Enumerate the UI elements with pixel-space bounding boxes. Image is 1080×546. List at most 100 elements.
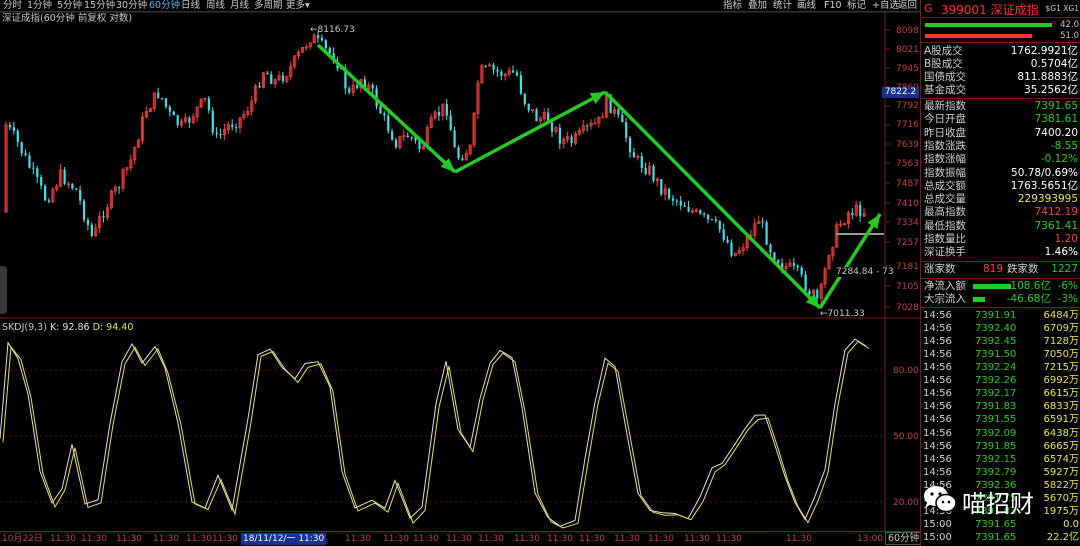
tick-time: 14:56 (923, 362, 952, 373)
time-label: 11:30 (514, 534, 540, 544)
ratio-bar-red (925, 34, 1032, 38)
candle-body (231, 124, 234, 128)
candle-body (683, 205, 686, 207)
tick-price: 7391.83 (975, 401, 1017, 413)
tick-price: 7392.09 (975, 427, 1017, 439)
tick-row: 14:56 7392.26 6992万 (921, 374, 1080, 387)
kline-chart[interactable] (0, 0, 920, 546)
divider (921, 306, 1080, 308)
tick-volume: 6484万 (1043, 309, 1079, 321)
flow-label: 净流入额 (924, 279, 966, 292)
candle-body (161, 97, 164, 99)
flow-value: -46.68亿 (1006, 292, 1051, 305)
candle-body (324, 40, 327, 48)
candle-body (215, 132, 218, 134)
tick-volume: 6709万 (1043, 322, 1079, 334)
tick-volume: 6615万 (1043, 388, 1079, 400)
volume-value: 35.2562亿 (1024, 84, 1078, 96)
candle-body (90, 224, 93, 236)
candle-body (769, 244, 772, 253)
flow-pct: -6% (1057, 279, 1078, 292)
candle-body (219, 133, 222, 135)
panel-collapse-handle[interactable] (0, 266, 7, 314)
quote-row: 昨日收盘 7400.20 (921, 127, 1080, 140)
kdj-d-value: D: 94.40 (92, 322, 134, 333)
candle-body (523, 93, 526, 104)
candle-body (570, 136, 573, 144)
quote-row: 深证换手 1.46% (921, 246, 1080, 259)
candle-body (83, 200, 86, 220)
time-label: 13:00 (857, 534, 883, 544)
candle-body (44, 185, 47, 201)
quote-value: 50.78/0.69% (1011, 166, 1078, 179)
candle-body (687, 206, 690, 212)
candle-body (816, 289, 819, 299)
price-tick: 7716 (896, 120, 919, 130)
tick-row: 14:56 7392.45 7128万 (921, 335, 1080, 348)
candle-body (172, 111, 175, 116)
quote-label: 指数涨幅 (924, 153, 966, 166)
current-price-marker: 7822.2 (882, 87, 919, 98)
volume-row: A股成交 1762.9921亿 (921, 45, 1080, 58)
volume-value: 0.5704亿 (1030, 58, 1078, 70)
price-tick: 7105 (896, 282, 919, 292)
quote-label: 今日开盘 (924, 113, 966, 126)
price-tick: 7945 (896, 64, 919, 74)
candle-body (328, 47, 331, 54)
candle-body (410, 137, 413, 139)
candle-body (792, 263, 795, 266)
group-marker: G (924, 2, 933, 15)
kdj-k-line (0, 338, 867, 527)
price-tick: 7639 (896, 140, 919, 150)
quote-label: 指数量比 (924, 233, 966, 245)
candle-body (449, 115, 452, 131)
quote-row: 总成交量 229393995 (921, 193, 1080, 206)
price-tick: 7257 (896, 238, 919, 248)
candle-body (36, 168, 39, 178)
time-label: 18/11/12/一 11:30 (241, 533, 327, 545)
candle-body (761, 221, 764, 223)
candle-body (445, 104, 448, 116)
quote-label: 总成交额 (924, 179, 966, 192)
tick-row: 14:56 7391.85 6665万 (921, 440, 1080, 453)
candle-body (617, 109, 620, 115)
candle-body (387, 115, 390, 132)
quote-value: 1.46% (1044, 246, 1078, 259)
candle-body (714, 219, 717, 221)
candle-body (586, 125, 589, 127)
candle-body (519, 75, 522, 94)
candle-body (102, 216, 105, 218)
divider (921, 98, 1080, 99)
quote-label: 昨日收盘 (924, 126, 966, 139)
tick-volume: 22.2亿 (1046, 532, 1079, 544)
candle-body (773, 252, 776, 260)
time-label: 11:30 (547, 534, 573, 544)
ratio-bar-red-value: 51.0 (1060, 31, 1079, 41)
tick-volume: 7215万 (1043, 362, 1079, 373)
candle-body (47, 200, 51, 202)
tick-time: 14:56 (923, 309, 952, 321)
time-label: 11:30 (345, 534, 371, 544)
breadth-row: 涨家数 819 跌家数 1227 (921, 263, 1080, 276)
candle-body (851, 212, 854, 216)
up-count: 819 (983, 262, 1004, 275)
candle-body (703, 213, 706, 215)
tick-volume: 6665万 (1043, 440, 1079, 452)
candle-body (258, 85, 261, 88)
quote-label: 指数涨跌 (924, 139, 966, 152)
price-line-label: 7284.84 - 73 (836, 267, 894, 277)
time-label: 11:30 (579, 534, 605, 544)
candle-body (79, 189, 82, 201)
candle-body (348, 88, 351, 93)
quote-row: 最低指数 7361.41 (921, 220, 1080, 233)
candle-body (492, 64, 495, 70)
volume-label: B股成交 (924, 58, 963, 70)
period-selector[interactable]: 60分钟 (885, 532, 923, 545)
volume-value: 811.8883亿 (1017, 71, 1078, 83)
quote-header: G 399001 深证成指 $G1 XG1 (921, 0, 1080, 18)
quote-value: 7391.65 (1034, 100, 1078, 112)
quote-row: 总成交额 1763.5651亿 (921, 180, 1080, 193)
candle-body (796, 265, 799, 268)
quote-panel: G 399001 深证成指 $G1 XG1 42.0 51.0 A股成交 1762… (920, 0, 1080, 546)
tick-price: 7392.45 (975, 335, 1017, 347)
